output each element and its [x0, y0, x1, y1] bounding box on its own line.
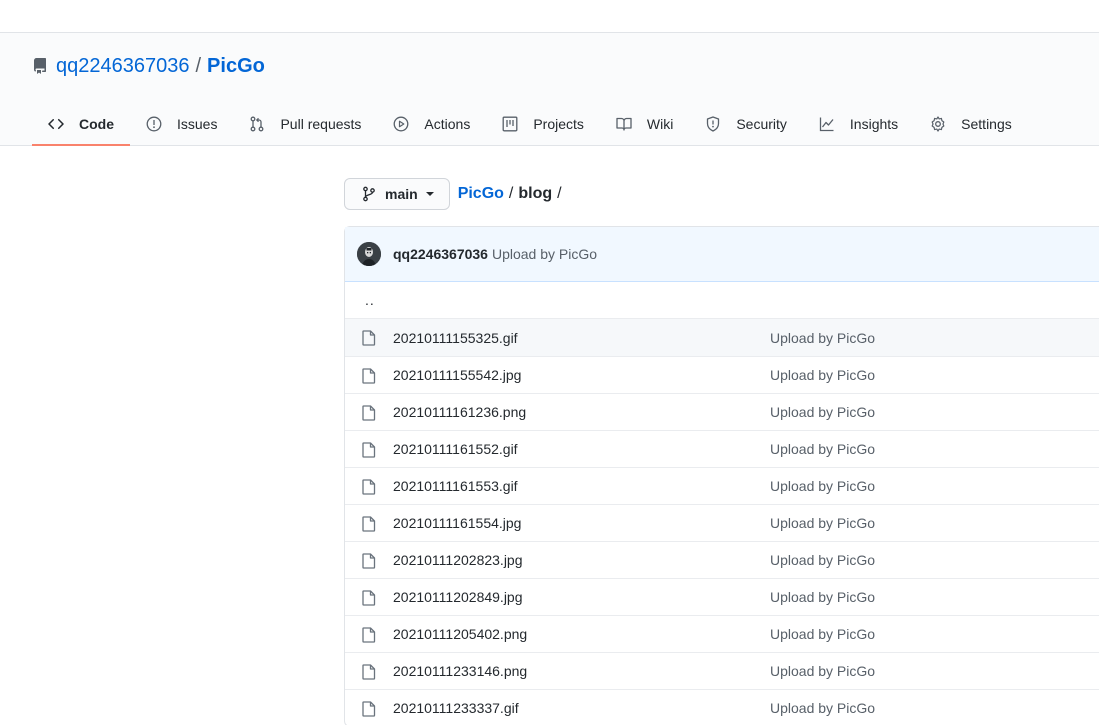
file-row: 20210111161236.png Upload by PicGo	[345, 393, 1099, 430]
tab-projects[interactable]: Projects	[486, 101, 600, 146]
file-icon	[362, 405, 376, 421]
file-row: 20210111233337.gif Upload by PicGo	[345, 689, 1099, 725]
tab-pull-requests[interactable]: Pull requests	[233, 101, 377, 146]
file-icon	[362, 368, 376, 384]
repo-title-separator: /	[195, 54, 202, 77]
parent-directory-label: ..	[365, 292, 375, 308]
tab-settings[interactable]: Settings	[914, 101, 1028, 146]
file-name-link[interactable]: 20210111233146.png	[393, 663, 527, 679]
top-header-strip	[0, 0, 1099, 33]
breadcrumb-current: blog	[518, 185, 553, 202]
tab-security[interactable]: Security	[689, 101, 803, 146]
file-icon	[362, 627, 376, 643]
breadcrumb-separator: /	[508, 185, 514, 202]
file-name-link[interactable]: 20210111155325.gif	[393, 330, 518, 346]
branch-name: main	[385, 186, 418, 202]
file-row: 20210111161553.gif Upload by PicGo	[345, 467, 1099, 504]
file-commit-message-link[interactable]: Upload by PicGo	[770, 404, 875, 420]
shield-icon	[705, 115, 729, 132]
file-name-link[interactable]: 20210111205402.png	[393, 626, 527, 642]
breadcrumb-root-link[interactable]: PicGo	[458, 185, 504, 203]
file-commit-message-link[interactable]: Upload by PicGo	[770, 367, 875, 383]
tab-label: Settings	[961, 115, 1012, 132]
tab-label: Insights	[849, 115, 899, 132]
file-commit-message-link[interactable]: Upload by PicGo	[770, 626, 875, 642]
file-icon	[362, 442, 376, 458]
tab-label: Pull requests	[280, 115, 362, 132]
file-row: 20210111205402.png Upload by PicGo	[345, 615, 1099, 652]
repo-icon	[32, 58, 48, 74]
file-commit-message-link[interactable]: Upload by PicGo	[770, 441, 875, 457]
file-commit-message-link[interactable]: Upload by PicGo	[770, 515, 875, 531]
file-list-box: qq2246367036 Upload by PicGo .. 20210111…	[344, 226, 1099, 725]
branch-select-button[interactable]: main	[344, 178, 450, 210]
repo-title: qq2246367036 / PicGo	[32, 53, 265, 79]
tab-label: Security	[736, 115, 787, 132]
file-row: 20210111161552.gif Upload by PicGo	[345, 430, 1099, 467]
file-commit-message-link[interactable]: Upload by PicGo	[770, 330, 875, 346]
play-icon	[393, 116, 417, 132]
file-commit-message-link[interactable]: Upload by PicGo	[770, 663, 875, 679]
tab-label: Wiki	[646, 115, 674, 132]
file-icon	[362, 701, 376, 717]
file-row: 20210111155542.jpg Upload by PicGo	[345, 356, 1099, 393]
file-icon	[362, 553, 376, 569]
repo-nav-tabs: Code Issues Pull requests Actions Projec…	[32, 101, 1028, 146]
tab-insights[interactable]: Insights	[803, 101, 914, 146]
file-name-link[interactable]: 20210111155542.jpg	[393, 367, 521, 383]
file-commit-message-link[interactable]: Upload by PicGo	[770, 700, 875, 716]
file-name-link[interactable]: 20210111233337.gif	[393, 700, 519, 716]
file-name-link[interactable]: 20210111161554.jpg	[393, 515, 521, 531]
file-icon	[362, 590, 376, 606]
latest-commit-bar: qq2246367036 Upload by PicGo	[345, 227, 1099, 282]
commit-message-link[interactable]: Upload by PicGo	[492, 246, 597, 262]
code-icon	[48, 116, 72, 132]
tab-label: Actions	[424, 115, 471, 132]
git-pull-request-icon	[249, 116, 273, 132]
file-rows: 20210111155325.gif Upload by PicGo 20210…	[345, 319, 1099, 725]
book-icon	[616, 116, 640, 132]
file-name-link[interactable]: 20210111202849.jpg	[393, 589, 523, 605]
file-row: 20210111202823.jpg Upload by PicGo	[345, 541, 1099, 578]
file-name-link[interactable]: 20210111161553.gif	[393, 478, 518, 494]
tab-label: Code	[79, 115, 114, 132]
tab-issues[interactable]: Issues	[130, 101, 233, 146]
repo-owner-link[interactable]: qq2246367036	[56, 55, 189, 78]
breadcrumb-trailing-separator: /	[557, 185, 562, 202]
gear-icon	[930, 115, 954, 132]
file-navigation: main PicGo / blog /	[344, 178, 567, 210]
tab-code[interactable]: Code	[32, 101, 130, 146]
commit-author-link[interactable]: qq2246367036	[393, 246, 488, 262]
file-commit-message-link[interactable]: Upload by PicGo	[770, 552, 875, 568]
tab-actions[interactable]: Actions	[377, 101, 486, 146]
file-name-link[interactable]: 20210111202823.jpg	[393, 552, 523, 568]
file-icon	[362, 664, 376, 680]
file-row: 20210111155325.gif Upload by PicGo	[345, 319, 1099, 356]
tab-label: Projects	[533, 115, 584, 132]
graph-icon	[819, 116, 843, 132]
tab-label: Issues	[177, 115, 218, 132]
project-icon	[502, 116, 526, 132]
file-name-link[interactable]: 20210111161236.png	[393, 404, 526, 420]
issue-opened-icon	[146, 116, 170, 132]
file-icon	[362, 479, 376, 495]
parent-directory-link[interactable]: ..	[345, 282, 1099, 319]
file-row: 20210111202849.jpg Upload by PicGo	[345, 578, 1099, 615]
avatar[interactable]	[357, 242, 381, 266]
file-row: 20210111233146.png Upload by PicGo	[345, 652, 1099, 689]
repo-header: qq2246367036 / PicGo Code Issues Pull re…	[0, 33, 1099, 146]
caret-down-icon	[425, 192, 434, 196]
file-name-link[interactable]: 20210111161552.gif	[393, 441, 518, 457]
git-branch-icon	[361, 186, 377, 202]
file-icon	[362, 516, 376, 532]
tab-wiki[interactable]: Wiki	[600, 101, 689, 146]
file-commit-message-link[interactable]: Upload by PicGo	[770, 478, 875, 494]
file-commit-message-link[interactable]: Upload by PicGo	[770, 589, 875, 605]
repo-name-link[interactable]: PicGo	[207, 55, 265, 78]
file-icon	[362, 330, 376, 346]
file-row: 20210111161554.jpg Upload by PicGo	[345, 504, 1099, 541]
breadcrumb: PicGo / blog /	[458, 185, 567, 203]
